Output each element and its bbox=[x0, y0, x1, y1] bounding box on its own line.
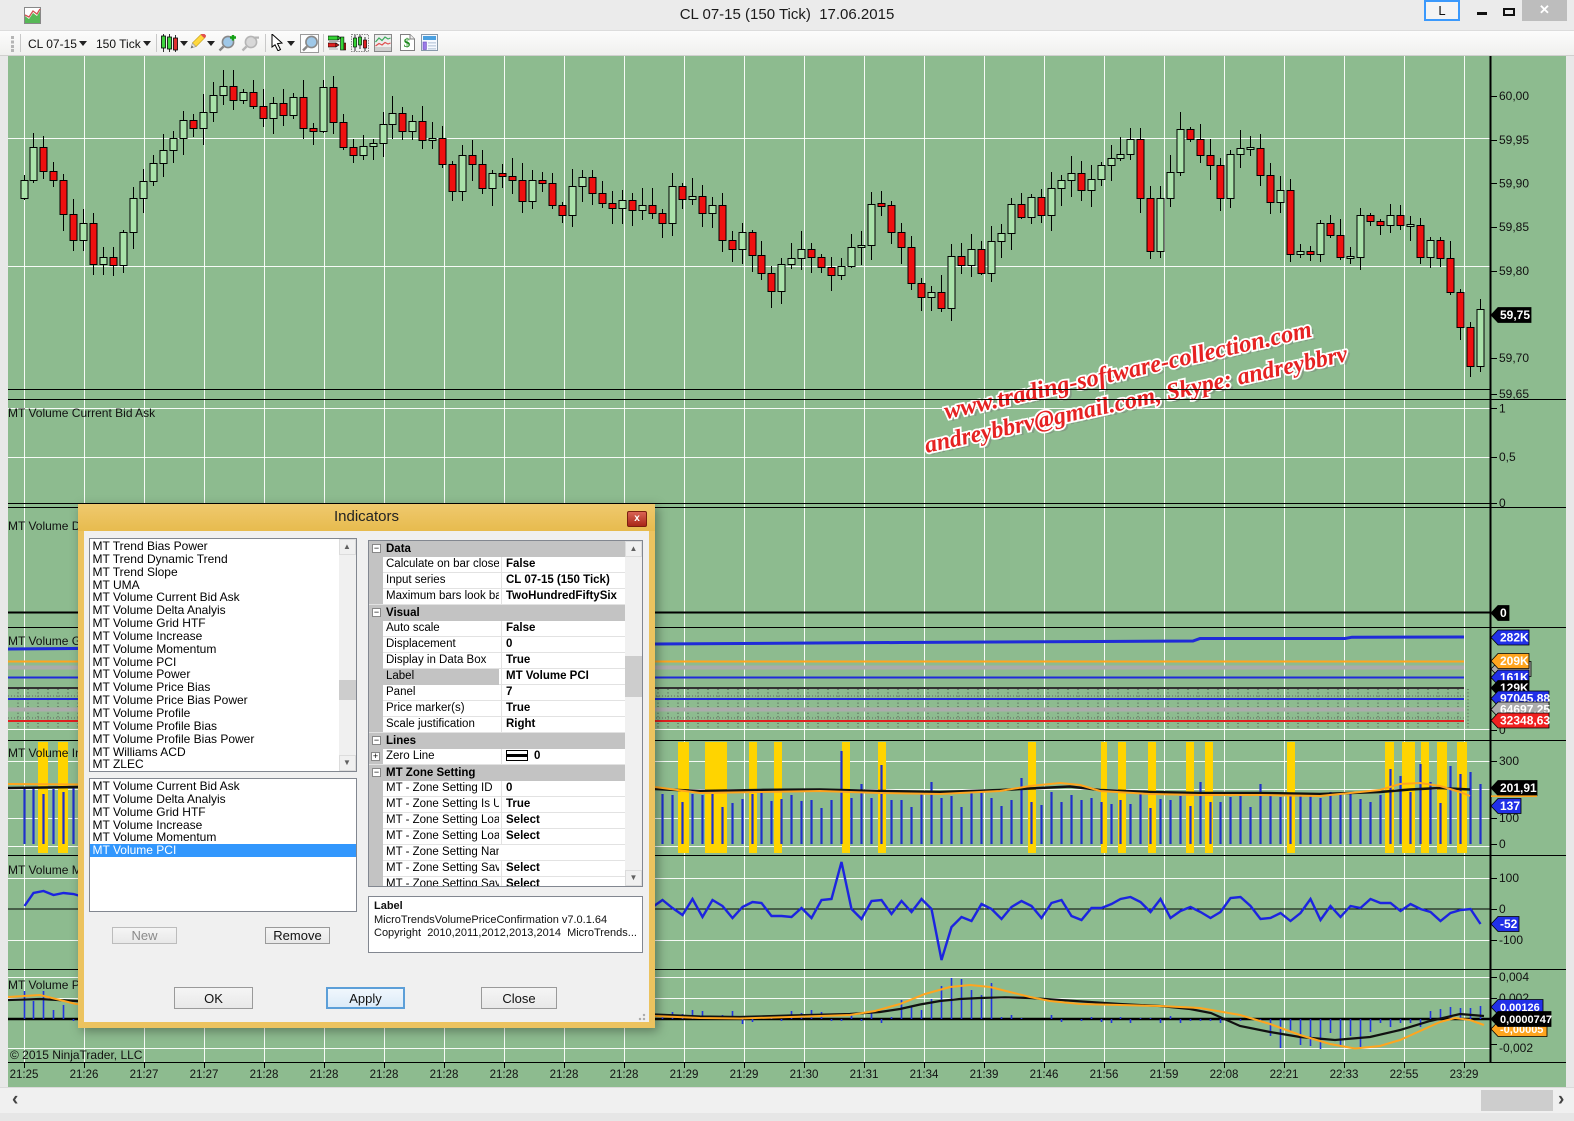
svg-text:21:28: 21:28 bbox=[370, 1069, 399, 1081]
svg-text:59,85: 59,85 bbox=[1499, 220, 1529, 234]
svg-text:137: 137 bbox=[1500, 799, 1520, 813]
svg-text:0,004: 0,004 bbox=[1499, 970, 1529, 984]
svg-text:-100: -100 bbox=[1499, 933, 1523, 947]
svg-text:© 2015 NinjaTrader, LLC: © 2015 NinjaTrader, LLC bbox=[10, 1048, 143, 1062]
svg-text:100: 100 bbox=[1499, 871, 1519, 885]
svg-text:209K: 209K bbox=[1500, 654, 1529, 668]
svg-text:21:28: 21:28 bbox=[490, 1069, 519, 1081]
svg-text:21:56: 21:56 bbox=[1090, 1069, 1119, 1081]
svg-text:22:08: 22:08 bbox=[1210, 1069, 1239, 1081]
svg-text:21:59: 21:59 bbox=[1150, 1069, 1179, 1081]
svg-text:21:28: 21:28 bbox=[430, 1069, 459, 1081]
svg-text:21:28: 21:28 bbox=[310, 1069, 339, 1081]
svg-text:21:27: 21:27 bbox=[190, 1069, 219, 1081]
svg-text:60,00: 60,00 bbox=[1499, 89, 1529, 103]
svg-text:21:28: 21:28 bbox=[550, 1069, 579, 1081]
svg-text:59,90: 59,90 bbox=[1499, 177, 1529, 191]
svg-text:59,70: 59,70 bbox=[1499, 351, 1529, 365]
svg-text:0,0000747: 0,0000747 bbox=[1500, 1014, 1552, 1026]
svg-text:59,95: 59,95 bbox=[1499, 133, 1529, 147]
svg-text:201,91: 201,91 bbox=[1500, 781, 1537, 795]
svg-text:1: 1 bbox=[1499, 402, 1506, 416]
svg-text:32348,63: 32348,63 bbox=[1500, 714, 1550, 728]
svg-text:0: 0 bbox=[1500, 606, 1507, 620]
svg-text:0,5: 0,5 bbox=[1499, 450, 1516, 464]
svg-text:300: 300 bbox=[1499, 754, 1519, 768]
svg-text:21:29: 21:29 bbox=[730, 1069, 759, 1081]
svg-text:MT Volume Current Bid Ask: MT Volume Current Bid Ask bbox=[8, 406, 156, 420]
svg-text:21:28: 21:28 bbox=[250, 1069, 279, 1081]
svg-text:22:21: 22:21 bbox=[1270, 1069, 1299, 1081]
svg-text:-0,002: -0,002 bbox=[1499, 1041, 1533, 1055]
svg-text:59,80: 59,80 bbox=[1499, 264, 1529, 278]
svg-text:21:46: 21:46 bbox=[1030, 1069, 1059, 1081]
svg-text:23:29: 23:29 bbox=[1450, 1069, 1479, 1081]
svg-text:21:30: 21:30 bbox=[790, 1069, 819, 1081]
svg-text:21:27: 21:27 bbox=[130, 1069, 159, 1081]
svg-text:21:28: 21:28 bbox=[610, 1069, 639, 1081]
svg-text:21:25: 21:25 bbox=[10, 1069, 39, 1081]
svg-text:22:55: 22:55 bbox=[1390, 1069, 1419, 1081]
svg-text:0: 0 bbox=[1499, 902, 1506, 916]
svg-text:21:29: 21:29 bbox=[670, 1069, 699, 1081]
svg-text:21:39: 21:39 bbox=[970, 1069, 999, 1081]
svg-text:0: 0 bbox=[1499, 837, 1506, 851]
svg-text:-52: -52 bbox=[1500, 917, 1518, 931]
svg-text:21:34: 21:34 bbox=[910, 1069, 939, 1081]
svg-text:21:31: 21:31 bbox=[850, 1069, 879, 1081]
svg-text:22:33: 22:33 bbox=[1330, 1069, 1359, 1081]
svg-text:$: $ bbox=[404, 35, 411, 50]
svg-text:0: 0 bbox=[1499, 496, 1506, 510]
svg-text:282K: 282K bbox=[1500, 631, 1529, 645]
svg-text:59,75: 59,75 bbox=[1500, 308, 1530, 322]
svg-text:59,65: 59,65 bbox=[1499, 387, 1529, 401]
svg-text:21:26: 21:26 bbox=[70, 1069, 99, 1081]
